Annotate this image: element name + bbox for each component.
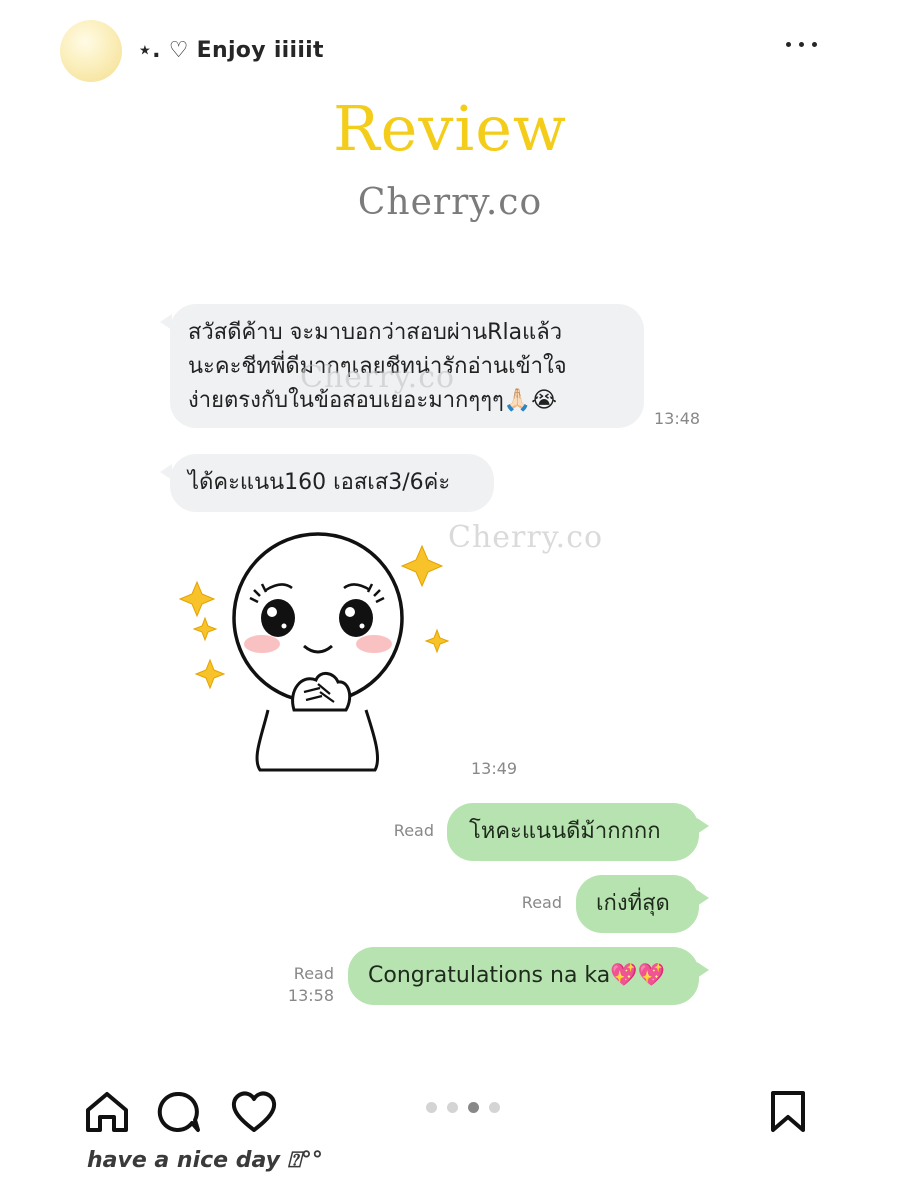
- message-line: สวัสดีค้าบ จะมาบอกว่าสอบผ่านRlaแล้ว: [188, 320, 563, 345]
- post-caption: have a nice day ⍰°°: [87, 1148, 323, 1173]
- message-time: 13:58: [287, 986, 334, 1005]
- bubble-tail: [697, 818, 709, 834]
- avatar[interactable]: [60, 20, 122, 82]
- home-icon[interactable]: [84, 1090, 130, 1134]
- smiling-character-sticker: [170, 520, 470, 780]
- carousel-dot-active: [468, 1102, 479, 1113]
- read-receipt: Read: [293, 964, 334, 983]
- post-header: ⋆. ♡ Enjoy iiiiit: [0, 0, 900, 100]
- read-receipt: Read: [521, 893, 562, 912]
- bubble-tail: [697, 890, 709, 906]
- incoming-message: ได้คะแนน160 เอสเส3/6ค่ะ: [170, 454, 494, 512]
- bubble-tail: [697, 962, 709, 978]
- message-time: 13:49: [471, 759, 518, 778]
- outgoing-message: โหคะแนนดีม้ากกกก: [447, 803, 699, 861]
- watermark: Cherry.co: [300, 360, 456, 395]
- heart-icon[interactable]: [230, 1090, 278, 1134]
- bookmark-icon[interactable]: [768, 1090, 808, 1134]
- message-line: ได้คะแนน160 เอสเส3/6ค่ะ: [188, 470, 451, 495]
- carousel-dot: [426, 1102, 437, 1113]
- post-action-bar: [0, 1080, 900, 1200]
- username[interactable]: ⋆. ♡ Enjoy iiiiit: [138, 38, 324, 63]
- brand-name: Cherry.co: [357, 182, 543, 223]
- outgoing-message: เก่งที่สุด: [576, 875, 699, 933]
- message-time: 13:48: [654, 409, 701, 428]
- comment-icon[interactable]: [156, 1090, 202, 1134]
- carousel-dot: [489, 1102, 500, 1113]
- outgoing-message: Congratulations na ka💖💖: [348, 947, 699, 1005]
- more-dots-icon[interactable]: [780, 32, 824, 56]
- watermark: Cherry.co: [448, 520, 604, 555]
- carousel-dot: [447, 1102, 458, 1113]
- post-title: Review: [333, 92, 567, 165]
- read-receipt: Read: [393, 821, 434, 840]
